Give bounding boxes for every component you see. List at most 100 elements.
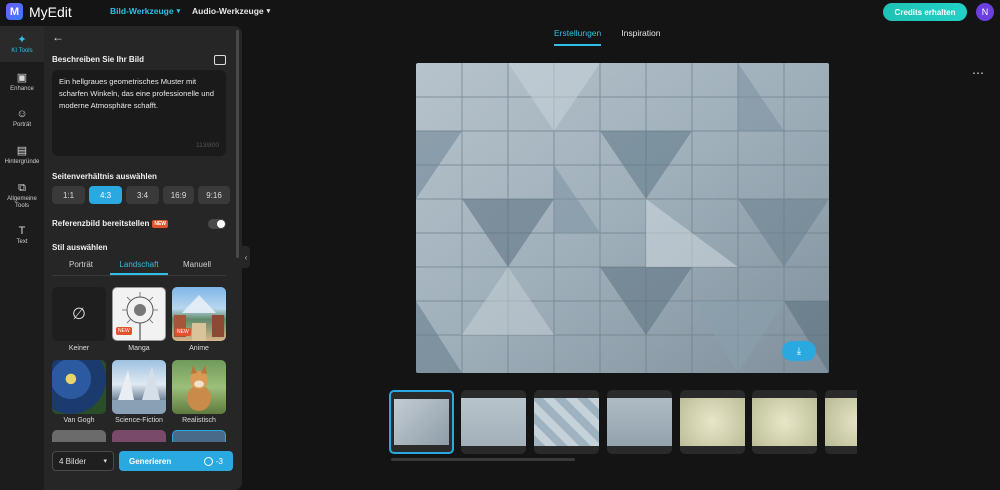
- dog-photo-image: [187, 365, 211, 411]
- style-partial-1[interactable]: [52, 430, 106, 442]
- get-credits-button[interactable]: Credits erhalten: [883, 3, 967, 21]
- result-thumbnail-6[interactable]: [752, 390, 817, 454]
- tab-creations[interactable]: Erstellungen: [554, 28, 602, 46]
- tools-icon: ⧉: [18, 182, 26, 194]
- thumbnail-strip-scrollbar[interactable]: [391, 458, 575, 461]
- tab-landscape[interactable]: Landschaft: [110, 260, 168, 275]
- none-icon: ∅: [72, 306, 86, 323]
- style-partial-2[interactable]: [112, 430, 166, 442]
- ratio-button-3-4[interactable]: 3:4: [126, 186, 159, 204]
- nav-audio-tools-label: Audio-Werkzeuge: [192, 6, 264, 16]
- nav-image-tools[interactable]: Bild-Werkzeuge ▾: [110, 6, 180, 16]
- back-arrow-icon[interactable]: ←: [52, 30, 64, 44]
- generated-image-preview: [416, 63, 829, 373]
- rail-item-enhance[interactable]: ▣ Enhance: [0, 72, 44, 92]
- chevron-down-icon: ▾: [266, 8, 271, 15]
- top-bar: M MyEdit Bild-Werkzeuge ▾ Audio-Werkzeug…: [0, 0, 1000, 24]
- credit-cost: -3: [203, 456, 223, 466]
- thumbnail-image: [394, 399, 449, 445]
- style-van-gogh[interactable]: [52, 360, 106, 414]
- style-manga[interactable]: NEW: [112, 287, 166, 341]
- style-tabs: Porträt Landschaft Manuell: [52, 260, 226, 276]
- image-count-select[interactable]: 4 Bilder ▾: [52, 451, 114, 471]
- nav-audio-tools[interactable]: Audio-Werkzeuge ▾: [192, 6, 270, 16]
- new-badge: NEW: [116, 327, 132, 335]
- logo-icon: M: [6, 3, 23, 20]
- nav-image-tools-label: Bild-Werkzeuge: [110, 6, 174, 16]
- tab-manual[interactable]: Manuell: [168, 260, 226, 275]
- image-count-value: 4 Bilder: [59, 456, 87, 466]
- avatar[interactable]: N: [976, 3, 994, 21]
- geometric-pattern-image: [416, 63, 829, 373]
- style-label-anime: Anime: [189, 345, 209, 352]
- rail-item-backgrounds[interactable]: ▤ Hintergründe: [0, 145, 44, 165]
- style-label-van-gogh: Van Gogh: [63, 417, 95, 424]
- rail-item-ai-tools[interactable]: ✦ KI Tools: [0, 34, 44, 54]
- result-thumbnail-7[interactable]: [825, 390, 857, 454]
- thumbnail-image: [534, 398, 599, 446]
- chevron-down-icon: ▾: [176, 8, 181, 15]
- rail-item-portrait[interactable]: ☺ Porträt: [0, 108, 44, 128]
- panel-scrollbar[interactable]: [236, 30, 239, 258]
- rail-item-label: Enhance: [10, 86, 34, 92]
- collapse-panel-button[interactable]: ‹: [242, 246, 250, 268]
- download-icon: ⤓: [796, 345, 802, 357]
- rail-item-label: Allgemeine Tools: [7, 196, 37, 209]
- style-science-fiction[interactable]: [112, 360, 166, 414]
- result-thumbnail-1[interactable]: [389, 390, 454, 454]
- rail-item-text[interactable]: T Text: [0, 225, 44, 245]
- style-realistic[interactable]: [172, 360, 226, 414]
- prompt-text: Ein hellgraues geometrisches Muster mit …: [59, 77, 214, 110]
- new-badge: NEW: [175, 328, 191, 336]
- style-label: Stil auswählen: [52, 243, 108, 252]
- style-none[interactable]: ∅: [52, 287, 106, 341]
- result-thumbnail-5[interactable]: [680, 390, 745, 454]
- ratio-label: Seitenverhältnis auswählen: [52, 172, 157, 181]
- style-label-manga: Manga: [128, 345, 150, 352]
- tab-inspiration[interactable]: Inspiration: [621, 28, 660, 46]
- prompt-textarea[interactable]: Ein hellgraues geometrisches Muster mit …: [52, 70, 226, 156]
- result-thumbnail-3[interactable]: [534, 390, 599, 454]
- style-partial-3[interactable]: [172, 430, 226, 442]
- reference-toggle[interactable]: [208, 219, 226, 229]
- more-options-icon[interactable]: ⋯: [972, 66, 984, 80]
- ratio-button-16-9[interactable]: 16:9: [163, 186, 194, 204]
- portrait-icon: ☺: [16, 108, 28, 120]
- enhance-icon: ▣: [16, 72, 28, 84]
- tab-portrait[interactable]: Porträt: [52, 260, 110, 275]
- left-rail: [0, 26, 44, 490]
- ratio-button-4-3[interactable]: 4:3: [89, 186, 122, 204]
- chevron-left-icon: ‹: [244, 252, 248, 262]
- rail-item-label: KI Tools: [11, 48, 33, 54]
- rail-item-label: Hintergründe: [4, 159, 40, 165]
- image-upload-icon[interactable]: [214, 55, 226, 65]
- scifi-city-image: [112, 366, 166, 414]
- chevron-down-icon: ▾: [103, 458, 107, 465]
- app-name: MyEdit: [29, 3, 72, 20]
- coin-icon: [203, 456, 213, 466]
- app-logo[interactable]: M MyEdit: [6, 3, 72, 20]
- result-thumbnail-2[interactable]: [461, 390, 526, 454]
- rail-item-general-tools[interactable]: ⧉ Allgemeine Tools: [0, 182, 44, 210]
- thumbnail-image: [752, 398, 817, 446]
- generate-label: Generieren: [129, 456, 172, 466]
- text-icon: T: [18, 225, 26, 237]
- main-tabs: Erstellungen Inspiration: [554, 28, 660, 46]
- background-icon: ▤: [16, 145, 28, 157]
- magic-wand-icon: ✦: [17, 34, 27, 46]
- download-button[interactable]: ⤓: [782, 341, 816, 361]
- generate-button[interactable]: Generieren -3: [119, 451, 233, 471]
- reference-label-text: Referenzbild bereitstellen: [52, 219, 150, 228]
- thumbnail-image: [461, 398, 526, 446]
- result-thumbnail-4[interactable]: [607, 390, 672, 454]
- credit-cost-value: -3: [215, 456, 223, 466]
- reference-label: Referenzbild bereitstellen NEW: [52, 219, 169, 228]
- style-label-realistic: Realistisch: [182, 417, 216, 424]
- ratio-button-9-16[interactable]: 9:16: [198, 186, 230, 204]
- style-anime[interactable]: NEW: [172, 287, 226, 341]
- rail-item-label: Porträt: [12, 122, 31, 128]
- style-label-none: Keiner: [68, 345, 90, 352]
- rail-item-label: Text: [16, 239, 28, 245]
- ratio-button-1-1[interactable]: 1:1: [52, 186, 85, 204]
- new-badge: NEW: [152, 219, 169, 228]
